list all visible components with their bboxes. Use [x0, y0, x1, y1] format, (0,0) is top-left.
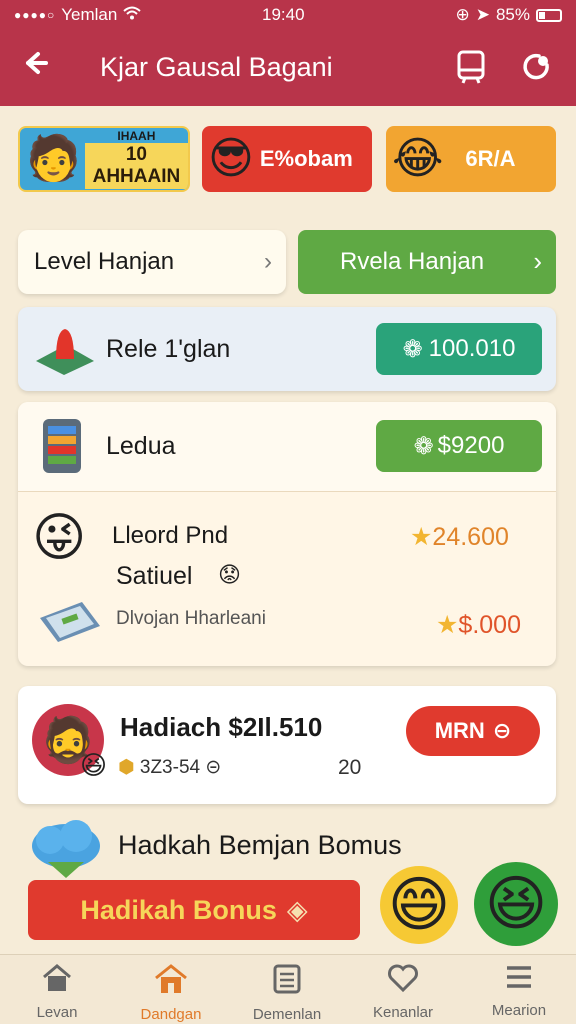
chevron-right-icon: ›: [533, 246, 542, 276]
carrier-name: Yemlan: [61, 5, 118, 24]
bell-marker-icon: [32, 321, 98, 382]
nav-label: Dandgan: [140, 1006, 202, 1023]
ledua-label: Ledua: [106, 432, 176, 460]
battery-icon: [536, 8, 562, 22]
grin-badge-icon: 😆: [80, 750, 108, 780]
mrn-button[interactable]: MRN ⊖: [406, 706, 540, 756]
dlvojan-value-row: ★$.000: [436, 610, 521, 640]
promo-3-label: 6R/A: [465, 146, 516, 171]
signal-icon: ●●●●○: [14, 8, 56, 22]
ledua-amount: $9200: [437, 432, 505, 459]
nav-label: Levan: [36, 1004, 78, 1021]
lleord-value-row: ★24.600: [410, 522, 509, 552]
star-icon: ★: [410, 523, 433, 551]
mrn-label: MRN: [434, 718, 485, 743]
hadiach-card: 🧔 😆 Hadiach $2Il.510 ⬢ 3Z3-54 ⊝ 20 MRN ⊖: [18, 686, 556, 804]
house-active-icon: [116, 963, 226, 1002]
nav-item-kenanlar[interactable]: Kenanlar: [348, 963, 458, 1021]
gem-icon: ❁: [402, 335, 423, 363]
nav-item-dandgan[interactable]: Dandgan: [116, 963, 226, 1023]
promo-2-label: E%obam: [259, 146, 353, 171]
bottom-navigation: Levan Dandgan Demenlan Kenanlar Mearion: [0, 954, 576, 1024]
heart-icon: [348, 963, 458, 1000]
promo-banner-1[interactable]: 🧑 IHAAH 10 AHHAAIN: [18, 126, 190, 192]
nav-label: Demenlan: [252, 1006, 322, 1023]
hadikah-bonus-label: Hadikah Bonus: [80, 894, 277, 925]
hadikah-bonus-button[interactable]: Hadikah Bonus ◈: [28, 880, 360, 940]
gem-icon: ❁: [413, 432, 434, 460]
smiling-face-icon: 🧑: [26, 134, 81, 183]
worried-face-icon: 😟: [218, 562, 241, 587]
rvela-hanjan-label: Rvela Hanjan: [340, 248, 485, 275]
rele-amount: 100.010: [428, 335, 516, 362]
location-icon: ➤: [475, 5, 490, 24]
page-title: Kjar Gausal Bagani: [100, 52, 333, 82]
dlvojan-label: Dlvojan Hharleani: [116, 608, 266, 629]
status-time: 19:40: [262, 5, 305, 24]
gift-box-icon: ◈: [286, 894, 308, 925]
home-icon: [2, 963, 112, 1000]
ledua-amount-button[interactable]: ❁ $9200: [376, 420, 542, 472]
tablet-icon: [457, 50, 485, 84]
app-header: Kjar Gausal Bagani: [0, 30, 576, 106]
rele-label: Rele 1'glan: [106, 335, 231, 363]
sunglasses-face-icon: 😎: [208, 134, 254, 183]
lleord-value: 24.600: [432, 523, 509, 551]
phone-icon: [40, 416, 84, 481]
nav-label: Mearion: [491, 1002, 547, 1019]
rele-row[interactable]: Rele 1'glan ❁ 100.010: [18, 307, 556, 391]
dlvojan-value: $.000: [458, 611, 521, 639]
battery-percent: 85%: [495, 5, 530, 24]
alarm-icon: ⊕: [455, 5, 470, 24]
hadiach-meta-1-row: ⬢ 3Z3-54 ⊝: [118, 756, 221, 779]
rvela-hanjan-button[interactable]: Rvela Hanjan ›: [298, 230, 556, 294]
refresh-icon: [523, 53, 549, 80]
refresh-button[interactable]: [518, 48, 556, 86]
list-icon: [232, 963, 342, 1002]
status-bar: ●●●●○ Yemlan 19:40 ⊕ ➤ 85%: [0, 0, 576, 30]
nav-item-demenlan[interactable]: Demenlan: [232, 963, 342, 1023]
menu-icon: [464, 963, 574, 998]
ledua-card: Ledua ❁ $9200 😜 Lleord Pnd ★24.600 Satiu…: [18, 402, 556, 666]
nav-item-mearion[interactable]: Mearion: [464, 963, 574, 1019]
promo-1-label: 10 AHHAAIN: [84, 143, 188, 189]
laughing-face-icon[interactable]: 😆: [474, 862, 558, 946]
chevron-right-icon: ›: [264, 248, 272, 275]
back-button[interactable]: [20, 48, 50, 84]
minus-circle-icon: ⊖: [492, 718, 512, 743]
coin-icon: ⬢: [118, 757, 135, 778]
eye-icon: ⊝: [205, 757, 222, 778]
device-button[interactable]: [452, 48, 490, 86]
level-hanjan-label: Level Hanjan: [34, 248, 175, 275]
wink-face-icon: 😜: [32, 509, 87, 567]
level-hanjan-button[interactable]: Level Hanjan ›: [18, 230, 286, 294]
ledua-header[interactable]: Ledua ❁ $9200: [18, 402, 556, 492]
nav-label: Kenanlar: [372, 1004, 434, 1021]
wifi-icon: [123, 5, 142, 25]
card-device-icon: [36, 598, 102, 651]
satiuel-label: Satiuel: [116, 562, 193, 590]
nav-item-levan[interactable]: Levan: [2, 963, 112, 1021]
rele-amount-button[interactable]: ❁ 100.010: [376, 323, 542, 375]
promo-1-sub: IHAAH: [117, 129, 156, 143]
promo-banner-2[interactable]: 😎 E%obam: [202, 126, 372, 192]
promo-banner-3[interactable]: 😂 6R/A: [386, 126, 556, 192]
bonus-heading: Hadkah Bemjan Bomus: [118, 830, 402, 860]
hadiach-meta-2: 20: [338, 756, 362, 779]
star-icon: ★: [436, 611, 459, 639]
happy-face-icon[interactable]: 😄: [380, 866, 458, 944]
hadiach-title: Hadiach $2Il.510: [120, 712, 323, 742]
hadiach-meta-1: 3Z3-54: [139, 757, 201, 778]
arrow-left-icon: [26, 52, 48, 74]
lleord-label: Lleord Pnd: [112, 522, 229, 549]
crying-laughing-face-icon: 😂: [392, 134, 444, 183]
